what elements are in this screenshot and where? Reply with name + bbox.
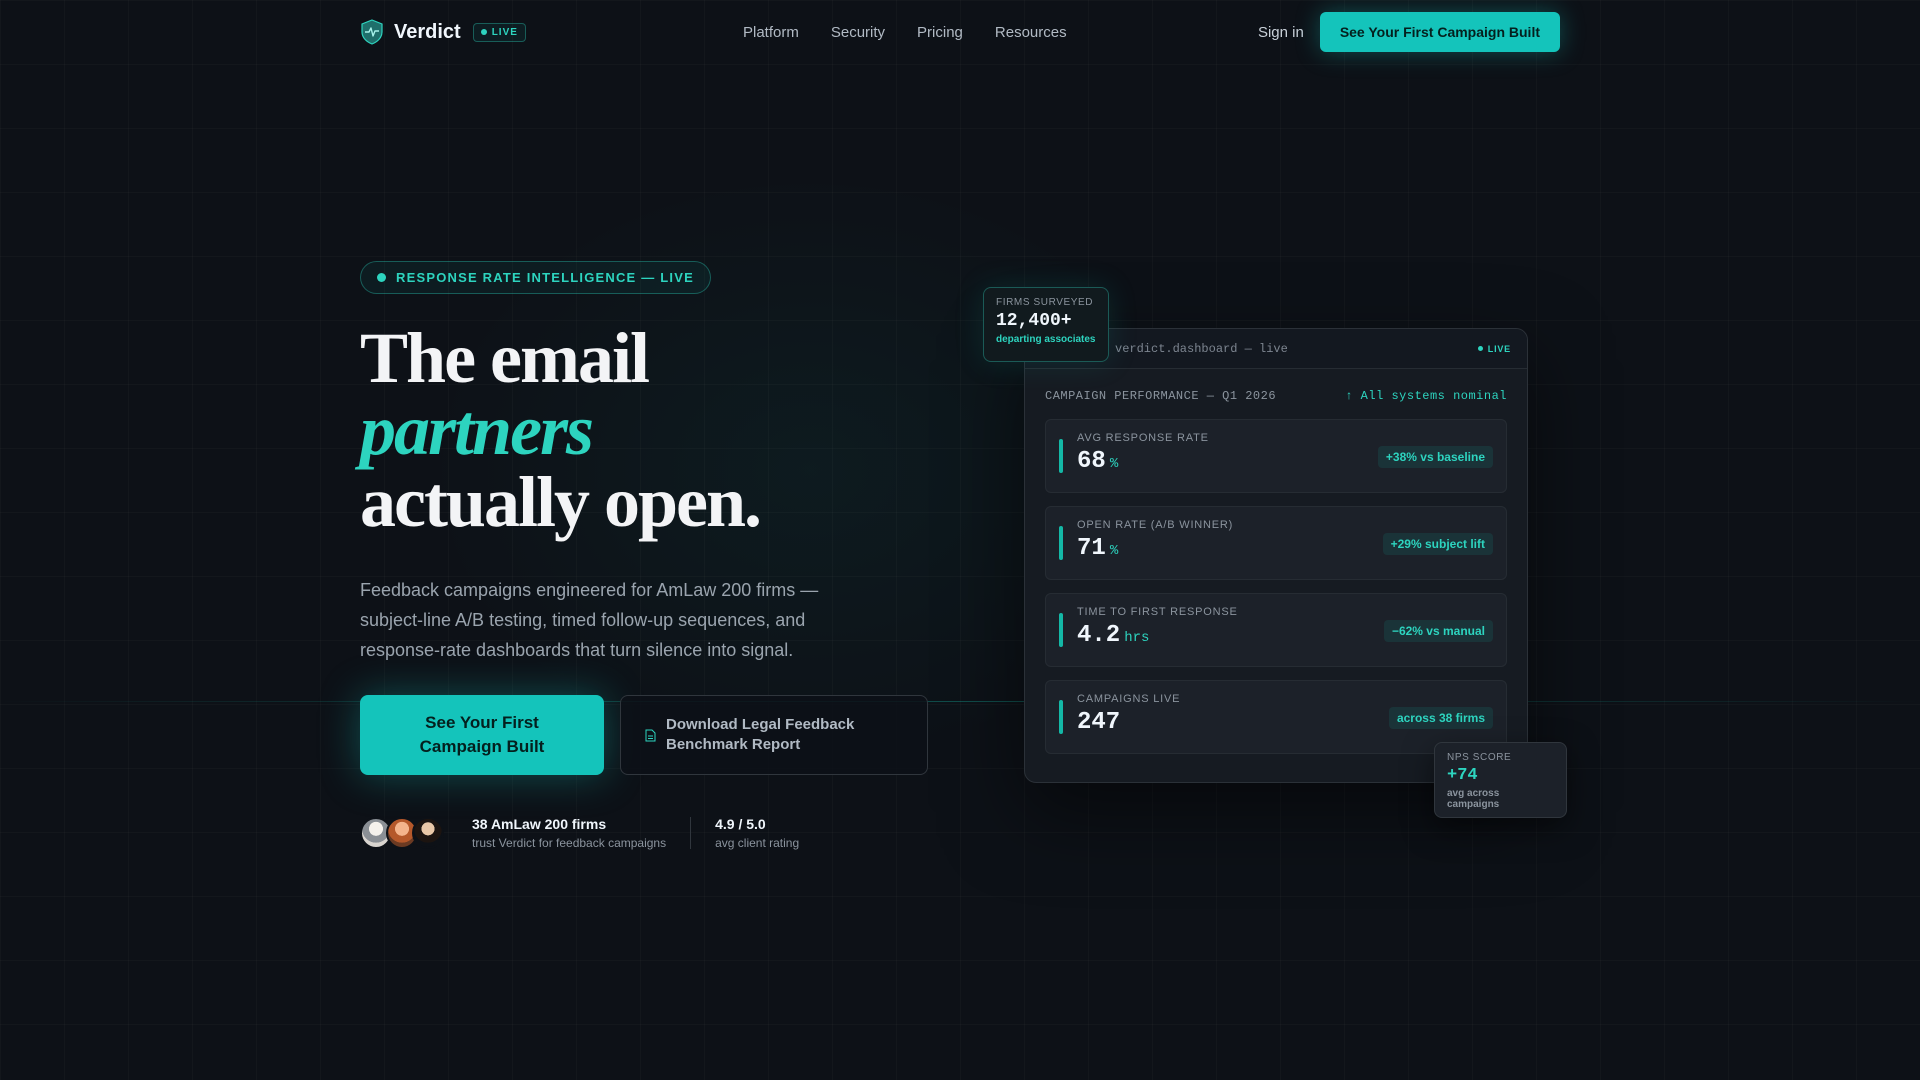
rating-stat: 4.9 / 5.0 avg client rating (715, 815, 799, 851)
nav-actions: Sign in See Your First Campaign Built (1258, 12, 1560, 52)
dashboard-header-label: CAMPAIGN PERFORMANCE — Q1 2026 (1045, 389, 1277, 403)
dashboard-live-indicator: LIVE (1477, 343, 1511, 354)
horizon-line (0, 701, 1920, 702)
metric-accent-bar (1059, 700, 1063, 734)
nps-card-label: NPS SCORE (1447, 752, 1512, 763)
nav-link-resources[interactable]: Resources (995, 24, 1067, 41)
download-report-label: Download Legal Feedback Benchmark Report (666, 716, 855, 753)
metric-card: AVG RESPONSE RATE 68% +38% vs baseline (1045, 419, 1507, 493)
social-proof: 38 AmLaw 200 firms trust Verdict for fee… (360, 815, 799, 851)
nps-score-card: NPS SCORE +74 avg across campaigns (1434, 742, 1567, 818)
metric-label: CAMPAIGNS LIVE (1077, 693, 1181, 705)
dashboard-preview: verdict.dashboard — live LIVE CAMPAIGN P… (1024, 328, 1528, 783)
metric-badge: across 38 firms (1388, 707, 1493, 729)
nav-link-pricing[interactable]: Pricing (917, 24, 963, 41)
headline-line-1: The email (360, 318, 650, 398)
eyebrow-dot-icon (377, 273, 386, 282)
metric-value: 71 (1077, 535, 1106, 562)
shield-logo-icon (361, 19, 383, 45)
metric-value: 247 (1077, 709, 1121, 736)
nav-cta-button[interactable]: See Your First Campaign Built (1319, 12, 1560, 52)
metric-unit: hrs (1124, 630, 1150, 646)
nav-links: Platform Security Pricing Resources (743, 24, 1067, 41)
avatar-group (360, 817, 444, 849)
metric-unit: % (1109, 456, 1119, 472)
metric-accent-bar (1059, 439, 1063, 473)
metric-card: TIME TO FIRST RESPONSE 4.2 hrs −62% vs ma… (1045, 593, 1507, 667)
live-dot-icon (480, 29, 487, 35)
divider (690, 817, 692, 849)
dashboard-window-title: verdict.dashboard — live (1115, 341, 1288, 356)
firms-stat-title: 38 AmLaw 200 firms (472, 816, 607, 832)
firms-card-sub: departing associates (996, 334, 1096, 345)
dashboard-status: ↑ All systems nominal (1345, 389, 1507, 403)
metric-card: OPEN RATE (A/B WINNER) 71% +29% subject … (1045, 506, 1507, 580)
nps-card-value: +74 (1447, 766, 1478, 785)
live-badge: LIVE (472, 22, 526, 42)
primary-cta-button[interactable]: See Your First Campaign Built (360, 695, 604, 775)
nav-link-platform[interactable]: Platform (743, 24, 799, 41)
metric-value: 4.2 (1077, 622, 1121, 649)
metric-label: OPEN RATE (A/B WINNER) (1077, 519, 1234, 531)
metric-label: TIME TO FIRST RESPONSE (1077, 606, 1238, 618)
grid-background (0, 0, 1920, 1080)
nav-link-security[interactable]: Security (831, 24, 885, 41)
rating-stat-title: 4.9 / 5.0 (715, 816, 766, 832)
hero-subtext: Feedback campaigns engineered for AmLaw … (360, 580, 819, 660)
live-badge-label: LIVE (491, 26, 518, 38)
firms-stat-sub: trust Verdict for feedback campaigns (472, 836, 667, 850)
nps-card-sub: avg across campaigns (1447, 788, 1500, 810)
document-icon (645, 729, 656, 741)
download-report-button[interactable]: Download Legal Feedback Benchmark Report (620, 695, 928, 775)
live-dot-icon (1477, 346, 1483, 351)
firms-card-label: FIRMS SURVEYED (996, 297, 1094, 308)
metric-list: AVG RESPONSE RATE 68% +38% vs baseline O… (1025, 403, 1527, 754)
firms-stat: 38 AmLaw 200 firms trust Verdict for fee… (472, 815, 666, 851)
brand-name: Verdict (394, 20, 461, 43)
eyebrow-badge: RESPONSE RATE INTELLIGENCE — LIVE (360, 261, 711, 294)
headline-accent: partners (360, 390, 594, 470)
metric-accent-bar (1059, 526, 1063, 560)
headline-line-3: actually open. (360, 462, 762, 542)
dashboard-live-label: LIVE (1487, 343, 1511, 354)
avatar (412, 817, 444, 849)
metric-badge: −62% vs manual (1383, 620, 1493, 642)
metric-unit: % (1109, 543, 1119, 559)
rating-stat-sub: avg client rating (715, 836, 800, 850)
sign-in-link[interactable]: Sign in (1258, 24, 1304, 41)
metric-badge: +29% subject lift (1382, 533, 1493, 555)
metric-value: 68 (1077, 448, 1106, 475)
firms-card-value: 12,400+ (996, 311, 1072, 331)
top-nav: Verdict LIVE Platform Security Pricing R… (360, 12, 1560, 52)
metric-accent-bar (1059, 613, 1063, 647)
brand[interactable]: Verdict LIVE (360, 19, 526, 45)
metric-badge: +38% vs baseline (1377, 446, 1493, 468)
firms-surveyed-card: FIRMS SURVEYED 12,400+ departing associa… (983, 287, 1109, 362)
dashboard-header: CAMPAIGN PERFORMANCE — Q1 2026 ↑ All sys… (1025, 369, 1527, 403)
metric-label: AVG RESPONSE RATE (1077, 432, 1209, 444)
eyebrow-text: RESPONSE RATE INTELLIGENCE — LIVE (396, 270, 694, 285)
hero-headline: The email partners actually open. (360, 318, 762, 542)
